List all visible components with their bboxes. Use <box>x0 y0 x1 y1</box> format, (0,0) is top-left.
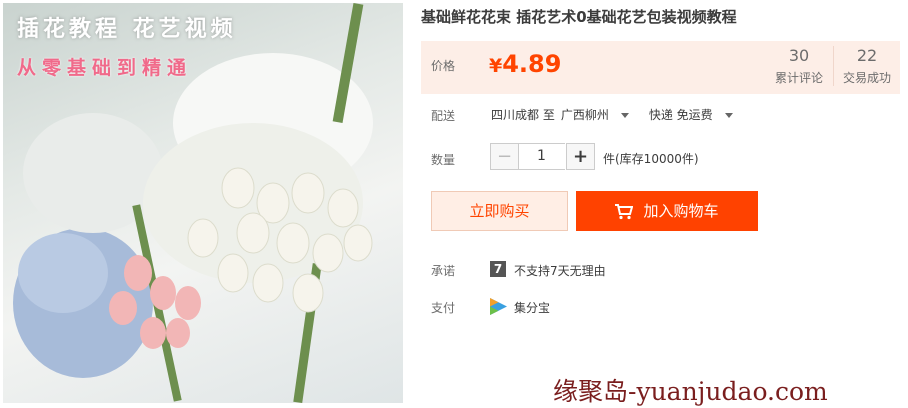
delivery-from: 四川成都 至 <box>491 108 555 122</box>
decrease-button[interactable]: − <box>490 143 519 170</box>
reviews-label: 累计评论 <box>774 71 823 85</box>
buy-now-button[interactable]: 立即购买 <box>431 191 568 231</box>
deals-label: 交易成功 <box>842 71 891 85</box>
currency-symbol: ¥ <box>489 55 503 77</box>
price-value: ¥4.89 <box>489 50 561 78</box>
delivery-options: 四川成都 至广西柳州 快递 免运费 <box>491 106 753 123</box>
quantity-input[interactable]: 1 <box>518 143 565 170</box>
delivery-to: 广西柳州 <box>560 108 609 122</box>
price-panel: 价格 ¥4.89 30 累计评论 22 交易成功 <box>421 41 900 94</box>
delivery-label: 配送 <box>431 109 456 123</box>
reviews-stat[interactable]: 30 累计评论 <box>766 46 832 86</box>
add-to-cart-label: 加入购物车 <box>643 202 719 220</box>
reviews-count: 30 <box>788 46 810 65</box>
product-title: 基础鲜花花束 插花艺术0基础花艺包装视频教程 <box>421 8 737 26</box>
price-number: 4.89 <box>502 50 562 78</box>
jifenbao-icon <box>490 298 507 315</box>
delivery-method: 快递 免运费 <box>648 108 713 122</box>
shopping-cart-icon <box>615 203 634 219</box>
banner-subtitle: 从零基础到精通 <box>17 57 193 79</box>
price-label: 价格 <box>431 59 456 73</box>
deals-count: 22 <box>856 46 878 65</box>
seven-days-icon: 7 <box>490 261 506 277</box>
payment-method[interactable]: 集分宝 <box>514 299 550 316</box>
increase-button[interactable]: + <box>566 143 595 170</box>
payment-label: 支付 <box>431 301 456 315</box>
delivery-to-select[interactable]: 广西柳州 <box>561 108 643 122</box>
watermark: 缘聚岛-yuanjudao.com <box>553 377 828 406</box>
delivery-method-select[interactable]: 快递 免运费 <box>649 108 747 122</box>
banner-title: 插花教程 花艺视频 <box>17 17 237 42</box>
deals-stat[interactable]: 22 交易成功 <box>833 46 900 86</box>
chevron-down-icon <box>724 113 733 118</box>
quantity-label: 数量 <box>431 153 456 167</box>
promise-label: 承诺 <box>431 264 456 278</box>
stock-text: 件(库存10000件) <box>603 152 699 166</box>
promise-text[interactable]: 不支持7天无理由 <box>514 262 606 279</box>
product-image: 插花教程 花艺视频 从零基础到精通 <box>3 3 403 403</box>
add-to-cart-button[interactable]: 加入购物车 <box>576 191 758 231</box>
chevron-down-icon <box>620 113 629 118</box>
